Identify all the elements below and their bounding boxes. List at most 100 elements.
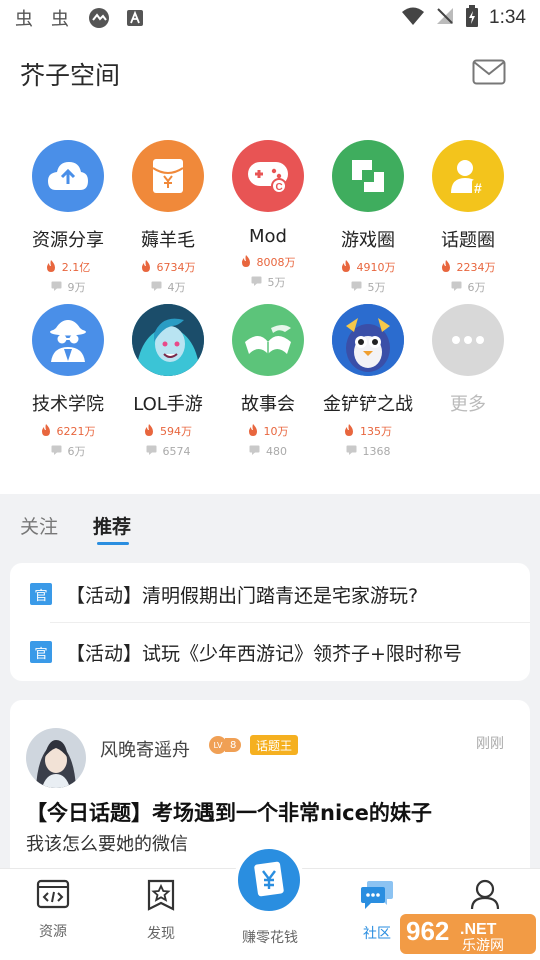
category-item[interactable]: 资源分享 2.1亿 9万 bbox=[18, 110, 118, 294]
fire-icon bbox=[144, 423, 154, 439]
comment-icon bbox=[351, 281, 362, 294]
watermark-number: 962 bbox=[406, 916, 449, 946]
yen-card-icon bbox=[246, 855, 292, 905]
category-item[interactable]: 薅羊毛 6734万 4万 bbox=[118, 110, 218, 294]
comment-value: 480 bbox=[266, 444, 287, 458]
category-item[interactable]: 技术学院 6221万 6万 bbox=[18, 294, 118, 478]
nav-discover[interactable]: 发现 bbox=[121, 879, 201, 943]
category-item[interactable]: # 话题圈 2234万 6万 bbox=[418, 110, 518, 294]
heat-count: 594万 bbox=[144, 423, 192, 439]
comment-count: 5万 bbox=[251, 275, 286, 289]
heat-count: 2234万 bbox=[441, 259, 496, 274]
heat-count: 10万 bbox=[248, 423, 289, 438]
category-name: 游戏圈 bbox=[341, 230, 395, 251]
category-item[interactable]: LOL手游 594万 6574 bbox=[118, 294, 218, 478]
heat-value: 2234万 bbox=[456, 261, 496, 274]
watermark-logo: 962 .NET 乐游网 bbox=[400, 908, 536, 956]
battery-icon bbox=[465, 4, 479, 32]
comment-value: 1368 bbox=[362, 444, 391, 458]
comment-count: 6万 bbox=[451, 280, 486, 294]
category-name: 话题圈 bbox=[441, 230, 495, 251]
comment-icon bbox=[346, 445, 357, 458]
fire-icon bbox=[341, 259, 351, 275]
heat-value: 135万 bbox=[360, 425, 392, 438]
tab-recommend[interactable]: 推荐 bbox=[93, 512, 131, 539]
heat-count: 2.1亿 bbox=[46, 259, 91, 274]
chat-icon bbox=[359, 879, 395, 915]
watermark-domain: .NET bbox=[460, 921, 497, 938]
category-item[interactable]: C Mod 8008万 5万 bbox=[218, 110, 318, 294]
svg-text:C: C bbox=[276, 182, 283, 193]
comment-count: 6万 bbox=[51, 444, 86, 458]
nav-resources[interactable]: 资源 bbox=[13, 879, 93, 941]
status-bar: 虫 虫 1:34 bbox=[0, 0, 540, 36]
username[interactable]: 风晚寄遥舟 bbox=[100, 736, 190, 762]
wifi-icon bbox=[401, 6, 425, 31]
nav-label: 资源 bbox=[39, 924, 67, 940]
comment-count: 5万 bbox=[351, 280, 386, 294]
title-badge: 话题王 bbox=[250, 735, 299, 755]
no-signal-icon bbox=[435, 6, 455, 31]
notice-text: 【活动】试玩《少年西游记》领芥子+限时称号 bbox=[66, 642, 462, 665]
comment-icon bbox=[146, 445, 157, 458]
category-name: LOL手游 bbox=[133, 394, 203, 415]
notice-item[interactable]: 官 【活动】试玩《少年西游记》领芥子+限时称号 bbox=[10, 623, 530, 681]
category-item[interactable]: 更多 bbox=[418, 294, 518, 478]
svg-text:虫: 虫 bbox=[51, 9, 69, 28]
category-name: 技术学院 bbox=[32, 394, 104, 415]
heat-value: 10万 bbox=[263, 425, 289, 438]
nav-label[interactable]: 赚零花钱 bbox=[230, 927, 310, 947]
level-number: 8 bbox=[225, 738, 242, 752]
comment-count: 4万 bbox=[151, 280, 186, 294]
earn-money-button[interactable] bbox=[234, 845, 304, 915]
fire-icon bbox=[241, 254, 251, 270]
notice-item[interactable]: 官 【活动】清明假期出门踏青还是宅家游玩? bbox=[10, 565, 530, 623]
notice-card: 官 【活动】清明假期出门踏青还是宅家游玩? 官 【活动】试玩《少年西游记》领芥子… bbox=[10, 563, 530, 681]
comment-icon bbox=[249, 445, 260, 458]
red-envelope-icon bbox=[132, 140, 204, 212]
star-doc-icon bbox=[144, 879, 178, 915]
comment-value: 4万 bbox=[167, 281, 186, 294]
category-name: 资源分享 bbox=[32, 230, 104, 251]
category-item[interactable]: 游戏圈 4910万 5万 bbox=[318, 110, 418, 294]
heat-count: 8008万 bbox=[241, 254, 296, 270]
topic-icon: # bbox=[432, 140, 504, 212]
nav-label: 发现 bbox=[147, 926, 175, 942]
category-name: 更多 bbox=[450, 394, 486, 415]
comment-icon bbox=[51, 281, 62, 294]
heat-value: 2.1亿 bbox=[61, 261, 91, 274]
bottom-nav: 资源 发现 赚零花钱 社区 962 .NET 乐游网 bbox=[0, 845, 540, 960]
frame-icon bbox=[332, 140, 404, 212]
app-header: 芥子空间 bbox=[0, 36, 540, 110]
cloud-upload-icon bbox=[32, 140, 104, 212]
post-title[interactable]: 【今日话题】考场遇到一个非常nice的妹子 bbox=[26, 797, 432, 827]
fire-icon bbox=[344, 423, 354, 439]
heat-value: 8008万 bbox=[256, 256, 296, 269]
comment-value: 6万 bbox=[467, 281, 486, 294]
code-icon bbox=[36, 879, 70, 913]
penguin-avatar-icon bbox=[332, 304, 404, 376]
page-title: 芥子空间 bbox=[20, 61, 121, 90]
a-icon bbox=[122, 7, 148, 29]
spy-icon bbox=[32, 304, 104, 376]
comment-count: 1368 bbox=[346, 444, 391, 458]
post-body[interactable]: 我该怎么要她的微信 bbox=[26, 830, 188, 856]
comment-icon bbox=[151, 281, 162, 294]
category-name: 金铲铲之战 bbox=[323, 394, 413, 415]
category-item[interactable]: 金铲铲之战 135万 1368 bbox=[318, 294, 418, 478]
book-icon bbox=[232, 304, 304, 376]
fire-icon bbox=[141, 259, 151, 275]
notice-text: 【活动】清明假期出门踏青还是宅家游玩? bbox=[66, 584, 419, 607]
bug-icon: 虫 bbox=[14, 7, 40, 29]
comment-value: 6574 bbox=[162, 444, 191, 458]
tab-follow[interactable]: 关注 bbox=[20, 512, 58, 539]
comment-count: 480 bbox=[249, 444, 287, 458]
svg-text:虫: 虫 bbox=[15, 9, 33, 28]
category-item[interactable]: 故事会 10万 480 bbox=[218, 294, 318, 478]
mail-icon[interactable] bbox=[472, 59, 506, 85]
comment-value: 6万 bbox=[67, 445, 86, 458]
app-icon bbox=[86, 7, 112, 29]
category-name: 薅羊毛 bbox=[141, 230, 195, 251]
clock: 1:34 bbox=[489, 7, 526, 28]
avatar[interactable] bbox=[26, 728, 86, 788]
